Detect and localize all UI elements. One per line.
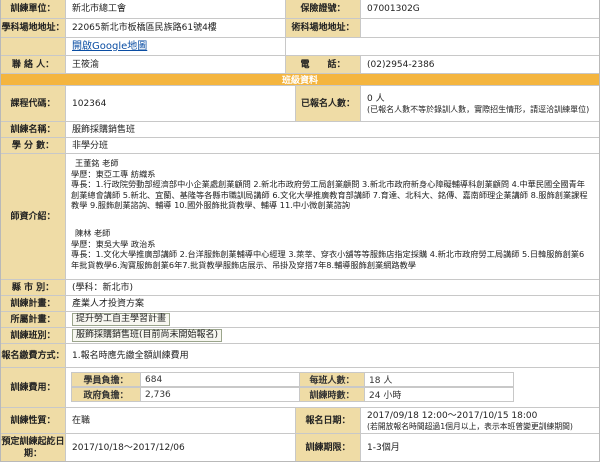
class-size-value: 18 人 bbox=[364, 372, 514, 387]
teacher-1-edu: 學歷：東亞工專 紡織系 bbox=[71, 168, 156, 179]
plan-label: 訓練計畫： bbox=[1, 296, 66, 311]
enrolled-cell: 0 人 (已報名人數不等於錄訓人數，實際招生情形，請逕洽訓練單位) bbox=[361, 86, 597, 121]
period-value: 2017/10/18～2017/12/06 bbox=[72, 442, 185, 453]
enrolled-note: (已報名人數不等於錄訓人數，實際招生情形，請逕洽訓練單位) bbox=[367, 104, 590, 114]
enrolled-label: 已報名人數： bbox=[295, 86, 361, 121]
fee-row: 訓練費用： 學員負擔： 684 每班人數： 18 人 政府負擔： 2,736 訓… bbox=[1, 368, 599, 408]
phone-label: 電 話： bbox=[285, 56, 361, 73]
apply-note: (若開放報名時間超過1個月以上，表示本班曾變更訓練期間) bbox=[367, 421, 573, 431]
teachers-label: 師資介紹： bbox=[1, 154, 66, 279]
map-label-spacer bbox=[1, 38, 66, 55]
fee-label: 訓練費用： bbox=[1, 368, 66, 407]
city-label: 縣 市 別： bbox=[1, 280, 66, 295]
plan-value: 產業人才投資方案 bbox=[72, 298, 145, 309]
plan-owner-cell: 提升勞工自主學習計畫 bbox=[66, 312, 596, 327]
nature-label: 訓練性質： bbox=[1, 408, 66, 433]
phone-value: (02)2954-2386 bbox=[367, 59, 435, 70]
cert-label: 保險證號： bbox=[285, 0, 361, 18]
fee-method-row: 報名繳費方式： 1.報名時應先繳全額訓練費用 bbox=[1, 344, 599, 368]
teacher-2-skill-label: 專長： bbox=[71, 249, 96, 259]
contact-row: 聯 絡 人： 王筱渝 電 話： (02)2954-2386 bbox=[1, 56, 599, 74]
teacher-1: 王董銘 老師 學歷：東亞工專 紡織系 專長：1.行政院勞動部經濟部中小企業處創業… bbox=[71, 158, 591, 211]
gov-fee-value: 2,736 bbox=[140, 387, 300, 402]
nature-row: 訓練性質： 在職 報名日期： 2017/09/18 12:00～2017/10/… bbox=[1, 408, 599, 434]
enrolled-value: 0 人 bbox=[367, 93, 385, 104]
credit-value: 非學分班 bbox=[72, 140, 109, 151]
city-row: 縣 市 別： (學科：新北市) bbox=[1, 280, 599, 296]
plan-row: 訓練計畫： 產業人才投資方案 bbox=[1, 296, 599, 312]
hours-label: 訓練時數： bbox=[299, 387, 365, 402]
teacher-2-skill: 1.文化大學推廣部講師 2.台洋服飾創業輔導中心經理 3.萊莘、穿衣小舖等等服飾… bbox=[71, 249, 585, 270]
teachers-row: 師資介紹： 王董銘 老師 學歷：東亞工專 紡織系 專長：1.行政院勞動部經濟部中… bbox=[1, 154, 599, 280]
period-row: 預定訓練起訖日期： 2017/10/18～2017/12/06 訓練期限： 1-… bbox=[1, 434, 599, 462]
apply-cell: 2017/09/18 12:00～2017/10/15 18:00 (若開放報名… bbox=[361, 408, 599, 433]
teacher-1-name: 王董銘 老師 bbox=[75, 158, 119, 168]
gov-fee-label: 政府負擔： bbox=[71, 387, 141, 402]
fee-method-label: 報名繳費方式： bbox=[1, 344, 66, 367]
unit-row: 訓練單位： 新北市總工會 保險證號： 07001302G bbox=[1, 0, 599, 19]
apply-label: 報名日期： bbox=[295, 408, 361, 433]
address-label: 學科場地地址： bbox=[1, 19, 66, 37]
google-map-link[interactable]: 開啟Google地圖 bbox=[72, 41, 147, 53]
credit-row: 學 分 數： 非學分班 bbox=[1, 138, 599, 154]
teacher-1-skill-block: 專長：1.行政院勞動部經濟部中小企業處創業顧問 2.新北市政府勞工局創業顧問 3… bbox=[71, 179, 591, 211]
teacher-2: 陳林 老師 學歷：東吳大學 政治系 專長：1.文化大學推廣部講師 2.台洋服飾創… bbox=[71, 228, 591, 270]
duration-label: 訓練期限： bbox=[295, 434, 361, 461]
teacher-1-skill-label: 專長： bbox=[71, 179, 96, 189]
map-row: 開啟Google地圖 bbox=[1, 38, 599, 56]
course-name-value: 服飾採購銷售班 bbox=[72, 124, 136, 135]
cert-value: 07001302G bbox=[367, 4, 420, 14]
plan-owner-value: 提升勞工自主學習計畫 bbox=[72, 313, 171, 326]
plan-owner-row: 所屬計畫： 提升勞工自主學習計畫 bbox=[1, 312, 599, 328]
course-code-value: 102364 bbox=[72, 98, 107, 109]
address-value: 22065新北市板橋區民族路61號4樓 bbox=[72, 23, 217, 33]
student-fee-value: 684 bbox=[140, 372, 300, 387]
course-code-label: 課程代碼： bbox=[1, 86, 66, 121]
period-label: 預定訓練起訖日期： bbox=[1, 434, 66, 461]
tech-address-value bbox=[361, 19, 597, 37]
unit-value: 新北市總工會 bbox=[72, 4, 127, 14]
unit-label: 訓練單位： bbox=[1, 0, 66, 18]
duration-value: 1-3個月 bbox=[367, 442, 400, 453]
map-row-empty bbox=[285, 38, 597, 55]
city-value: (學科：新北市) bbox=[72, 282, 134, 293]
section-header: 班級資料 bbox=[1, 74, 599, 86]
course-code-row: 課程代碼： 102364 已報名人數： 0 人 (已報名人數不等於錄訓人數，實際… bbox=[1, 86, 599, 122]
course-name-row: 訓練名稱： 服飾採購銷售班 bbox=[1, 122, 599, 138]
class-row: 訓練班別： 服飾採購銷售班(目前尚未開始報名) bbox=[1, 328, 599, 344]
class-cell: 服飾採購銷售班(目前尚未開始報名) bbox=[66, 328, 596, 343]
class-size-label: 每班人數： bbox=[299, 372, 365, 387]
teacher-2-name: 陳林 老師 bbox=[75, 228, 111, 238]
teacher-2-skill-block: 專長：1.文化大學推廣部講師 2.台洋服飾創業輔導中心經理 3.萊莘、穿衣小舖等… bbox=[71, 249, 591, 270]
student-fee-label: 學員負擔： bbox=[71, 372, 141, 387]
credit-label: 學 分 數： bbox=[1, 138, 66, 153]
nature-value: 在職 bbox=[72, 415, 91, 426]
address-row: 學科場地地址： 22065新北市板橋區民族路61號4樓 術科場地地址： bbox=[1, 19, 599, 38]
contact-label: 聯 絡 人： bbox=[1, 56, 66, 73]
course-detail-page: 訓練單位： 新北市總工會 保險證號： 07001302G 學科場地地址： 220… bbox=[0, 0, 600, 462]
contact-value: 王筱渝 bbox=[72, 59, 100, 70]
class-value: 服飾採購銷售班(目前尚未開始報名) bbox=[72, 329, 223, 342]
tech-address-label: 術科場地地址： bbox=[285, 19, 361, 37]
hours-value: 24 小時 bbox=[364, 387, 514, 402]
apply-value: 2017/09/18 12:00～2017/10/15 18:00 bbox=[367, 410, 538, 421]
teacher-2-edu: 學歷：東吳大學 政治系 bbox=[71, 238, 156, 249]
teacher-1-skill: 1.行政院勞動部經濟部中小企業處創業顧問 2.新北市政府勞工局創業顧問 3.新北… bbox=[71, 179, 588, 210]
fee-method-value: 1.報名時應先繳全額訓練費用 bbox=[72, 350, 189, 361]
map-link-cell: 開啟Google地圖 bbox=[66, 38, 286, 55]
plan-owner-label: 所屬計畫： bbox=[1, 312, 66, 327]
class-label: 訓練班別： bbox=[1, 328, 66, 343]
course-name-label: 訓練名稱： bbox=[1, 122, 66, 137]
